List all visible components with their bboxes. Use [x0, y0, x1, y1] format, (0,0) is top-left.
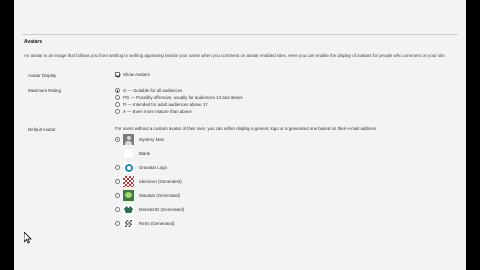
rating-radio[interactable]: [115, 109, 120, 115]
avatar-radio[interactable]: [115, 137, 120, 142]
avatar-option-retro[interactable]: Retro (Generated): [115, 217, 175, 230]
avatar-radio[interactable]: [115, 165, 120, 170]
avatar-option-blank[interactable]: Blank: [115, 147, 150, 160]
blank-icon: [123, 148, 134, 159]
mouse-cursor-icon: [24, 232, 32, 244]
show-avatars-control[interactable]: Show Avatars: [115, 72, 150, 78]
rating-option-x[interactable]: X — Even more mature than above: [115, 108, 192, 115]
show-avatars-label: Show Avatars: [123, 72, 150, 77]
avatar-radio[interactable]: [115, 193, 120, 198]
wavatar-icon: [123, 190, 134, 201]
avatar-option-mystery-man[interactable]: Mystery Man: [115, 133, 164, 146]
maximum-rating-label: Maximum Rating: [28, 88, 61, 93]
monsterid-icon: [123, 204, 134, 215]
avatar-radio[interactable]: [115, 207, 120, 212]
rating-option-g[interactable]: G — Suitable for all audiences: [115, 87, 182, 94]
default-avatar-options: Mystery Man Blank Gravatar Logo Identico…: [115, 133, 315, 263]
default-avatar-label: Default Avatar: [28, 127, 56, 132]
rating-option-pg[interactable]: PG — Possibly offensive, usually for aud…: [115, 94, 243, 101]
avatar-display-label: Avatar Display: [28, 73, 57, 78]
identicon-icon: [123, 176, 134, 187]
default-avatar-description: For users without a custom avatar of the…: [115, 126, 378, 131]
rating-options: G — Suitable for all audiences PG — Poss…: [115, 87, 415, 119]
retro-icon: [123, 218, 134, 229]
gravatar-logo-icon: [123, 162, 134, 173]
section-intro: An avatar is an image that follows you f…: [24, 53, 446, 58]
avatar-option-gravatar-logo[interactable]: Gravatar Logo: [115, 161, 167, 174]
rating-option-r[interactable]: R — Intended for adult audiences above 1…: [115, 101, 208, 108]
settings-page: Avatars An avatar is an image that follo…: [14, 0, 466, 270]
rating-radio[interactable]: [115, 88, 120, 94]
divider: [22, 34, 458, 35]
avatar-radio[interactable]: [115, 221, 120, 226]
avatar-option-wavatar[interactable]: Wavatar (Generated): [115, 189, 180, 202]
avatar-radio[interactable]: [115, 179, 120, 184]
rating-radio[interactable]: [115, 102, 120, 108]
mystery-man-icon: [123, 134, 134, 145]
section-title: Avatars: [24, 39, 43, 45]
rating-radio[interactable]: [115, 95, 120, 101]
show-avatars-checkbox[interactable]: [115, 72, 120, 78]
avatar-option-identicon[interactable]: Identicon (Generated): [115, 175, 182, 188]
avatar-option-monsterid[interactable]: MonsterID (Generated): [115, 203, 184, 216]
